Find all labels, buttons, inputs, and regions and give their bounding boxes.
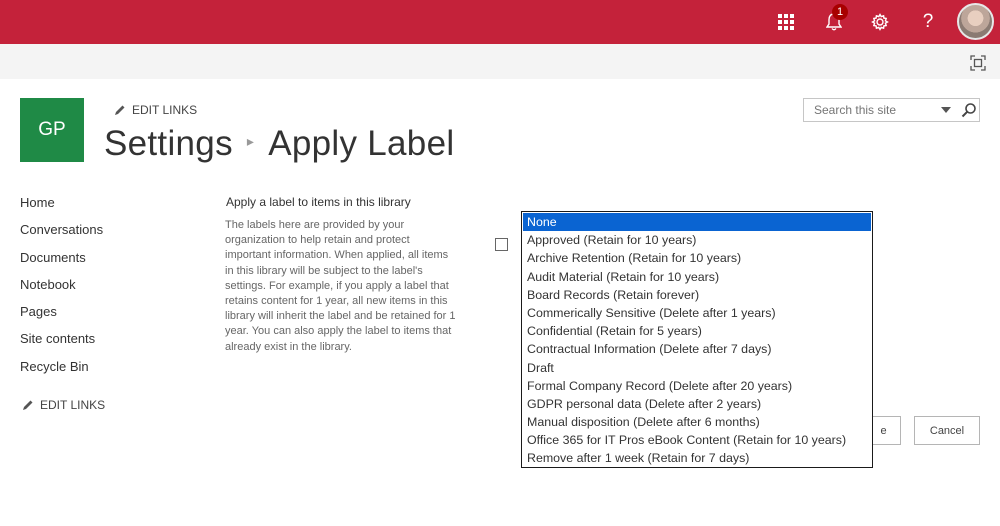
breadcrumb-settings[interactable]: Settings <box>104 124 233 163</box>
page-title: Settings ▸ Apply Label <box>104 124 454 164</box>
label-option[interactable]: Commerically Sensitive (Delete after 1 y… <box>523 304 871 322</box>
label-option[interactable]: Remove after 1 week (Retain for 7 days) <box>523 449 871 467</box>
search-icon[interactable] <box>961 102 977 118</box>
nav-item-notebook[interactable]: Notebook <box>20 276 103 303</box>
apply-existing-checkbox[interactable] <box>495 238 508 251</box>
label-option[interactable]: Board Records (Retain forever) <box>523 286 871 304</box>
site-logo[interactable]: GP <box>20 98 84 162</box>
page-title-text: Apply Label <box>268 124 455 163</box>
nav-item-home[interactable]: Home <box>20 194 103 221</box>
label-option[interactable]: Draft <box>523 359 871 377</box>
label-option[interactable]: None <box>523 213 871 232</box>
edit-links-label: EDIT LINKS <box>40 398 106 412</box>
edit-links-top[interactable]: EDIT LINKS <box>114 103 197 117</box>
pencil-icon <box>23 400 33 410</box>
nav-item-pages[interactable]: Pages <box>20 303 103 330</box>
focus-mode-icon[interactable] <box>970 55 986 71</box>
nav-item-conversations[interactable]: Conversations <box>20 221 103 248</box>
search-input[interactable] <box>804 99 934 121</box>
label-option[interactable]: Approved (Retain for 10 years) <box>523 231 871 249</box>
label-option[interactable]: Audit Material (Retain for 10 years) <box>523 268 871 286</box>
label-option[interactable]: GDPR personal data (Delete after 2 years… <box>523 395 871 413</box>
avatar[interactable] <box>957 3 994 40</box>
app-launcher-icon[interactable] <box>770 0 802 44</box>
edit-links-nav[interactable]: EDIT LINKS <box>22 398 105 412</box>
label-listbox[interactable]: None Approved (Retain for 10 years) Arch… <box>521 211 873 468</box>
help-icon[interactable]: ? <box>912 0 944 44</box>
nav-item-site-contents[interactable]: Site contents <box>20 330 103 357</box>
search-scope-dropdown-icon[interactable] <box>941 107 951 113</box>
gear-icon[interactable] <box>864 0 896 44</box>
edit-links-label: EDIT LINKS <box>132 103 198 117</box>
site-logo-text: GP <box>38 119 66 140</box>
pencil-icon <box>115 105 125 115</box>
save-button-label: e <box>880 424 887 437</box>
label-option[interactable]: Confidential (Retain for 5 years) <box>523 322 871 340</box>
nav-item-documents[interactable]: Documents <box>20 249 103 276</box>
section-description: The labels here are provided by your org… <box>225 219 456 353</box>
label-option[interactable]: Office 365 for IT Pros eBook Content (Re… <box>523 431 871 449</box>
breadcrumb-separator-icon: ▸ <box>246 133 255 150</box>
notification-badge: 1 <box>832 4 848 20</box>
search-box <box>803 98 980 122</box>
cancel-button[interactable]: Cancel <box>914 416 980 445</box>
suite-bar: 1 ? <box>0 0 1000 44</box>
label-option[interactable]: Archive Retention (Retain for 10 years) <box>523 249 871 267</box>
nav-item-recycle-bin[interactable]: Recycle Bin <box>20 358 103 385</box>
section-title: Apply a label to items in this library <box>226 195 411 209</box>
ribbon-bar <box>0 44 1000 79</box>
label-option[interactable]: Manual disposition (Delete after 6 month… <box>523 413 871 431</box>
label-option[interactable]: Formal Company Record (Delete after 20 y… <box>523 377 871 395</box>
label-option[interactable]: Contractual Information (Delete after 7 … <box>523 340 871 358</box>
left-nav: Home Conversations Documents Notebook Pa… <box>20 194 103 385</box>
